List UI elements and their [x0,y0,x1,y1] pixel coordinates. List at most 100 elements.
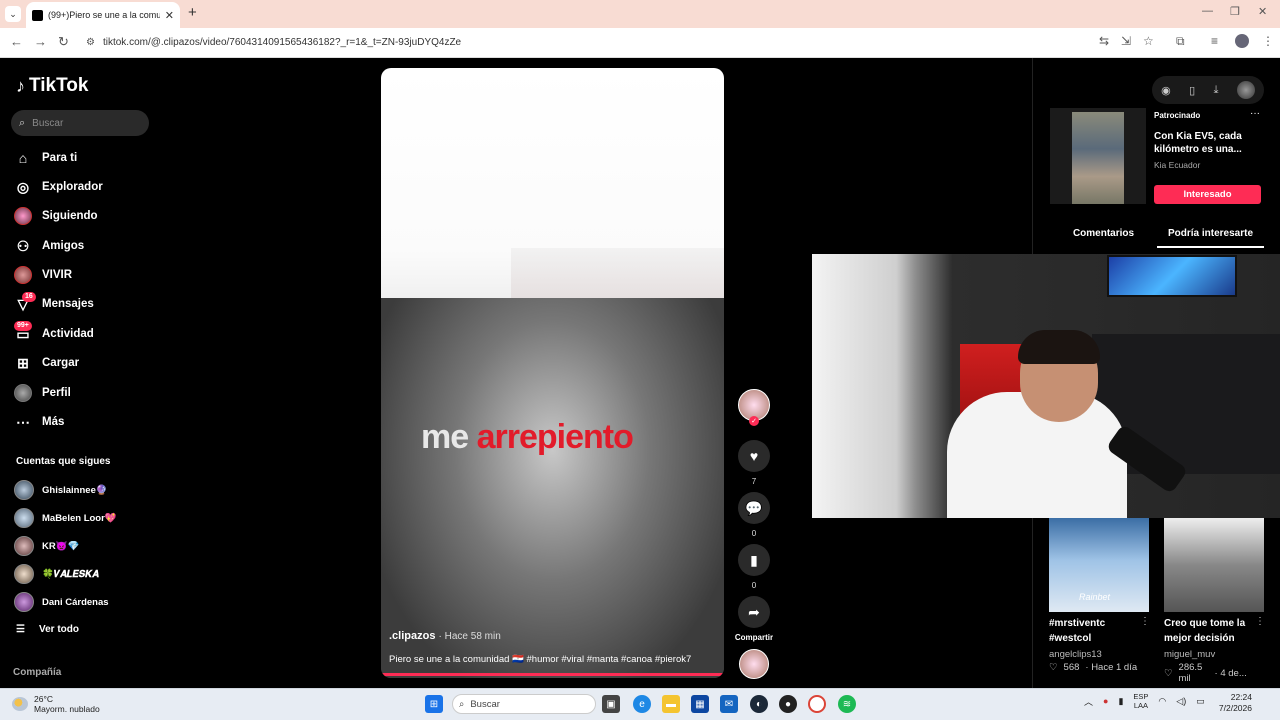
close-window-icon[interactable]: ✕ [1258,5,1267,18]
new-tab-button[interactable]: + [188,4,197,21]
download-icon[interactable]: ⤓ [1214,84,1219,97]
app-icon[interactable]: ● [779,695,797,713]
post-time: · Hace 58 min [438,631,501,642]
minimize-icon[interactable]: — [1202,5,1213,17]
mic-icon[interactable]: ▮ [1118,696,1123,707]
tab-close-icon[interactable]: ✕ [165,9,174,22]
nav-label: Perfil [42,387,71,399]
account-item[interactable]: MaBelen Loor💖 [14,507,117,529]
follow-check-icon[interactable]: ✓ [749,416,759,426]
file-explorer-icon[interactable]: ▬ [662,695,680,713]
taskbar-search[interactable]: ⌕ Buscar [452,694,596,714]
ad-interested-button[interactable]: Interesado [1154,185,1261,204]
extensions-icon[interactable]: ⧉ [1176,34,1185,49]
account-item[interactable]: 🍀𝑽𝑨𝑳𝑬𝑺𝑲𝑨 [14,563,99,585]
windows-start-icon[interactable]: ⊞ [425,695,443,713]
video-author[interactable]: .clipazos · Hace 58 min [389,630,501,642]
tab-search-chevron-icon[interactable]: ⌄ [5,6,21,22]
battery-icon[interactable]: ▭ [1196,696,1205,707]
nav-mensajes[interactable]: ▽ 16 Mensajes [14,292,94,315]
recommended-time: · 4 de... [1214,667,1247,679]
save-button[interactable]: ▮ [738,544,770,576]
account-item[interactable]: KR👿💎 [14,535,79,557]
back-icon[interactable]: ← [10,34,23,49]
nav-para-ti[interactable]: ⌂ Para ti [14,147,77,169]
browser-tab[interactable]: (99+)Piero se une a la comunid ✕ [26,2,180,28]
ad-title[interactable]: Con Kia EV5, cada kilómetro es una... [1154,130,1254,156]
sound-disc-avatar[interactable] [739,649,769,679]
tray-app-icon[interactable]: ● [1103,696,1108,706]
heart-outline-icon: ♡ [1049,662,1058,673]
volume-icon[interactable]: ◁) [1176,696,1186,707]
recommended-more-icon[interactable]: ⋮ [1140,616,1150,627]
recommended-author[interactable]: angelclips13 [1049,649,1102,660]
tiktok-logo[interactable]: ♪ TikTok [16,75,88,97]
account-item[interactable]: Dani Cárdenas [14,591,109,613]
nav-siguiendo[interactable]: Siguiendo [14,205,98,227]
store-icon[interactable]: ▦ [691,695,709,713]
account-item[interactable]: Ghislainnee🔮 [14,479,108,501]
site-info-icon[interactable]: ⚙ [86,37,95,48]
coin-icon[interactable]: ◉ [1161,84,1171,97]
ad-brand[interactable]: Kia Ecuador [1154,160,1200,170]
company-link[interactable]: Compañía [13,667,61,678]
nav-cargar[interactable]: ⊞ Cargar [14,352,79,374]
recommended-thumbnail[interactable]: Rainbet [1049,518,1149,612]
nav-actividad[interactable]: ▭ 99+ Actividad [14,321,94,345]
recommended-thumbnail[interactable] [1164,518,1264,612]
translate-icon[interactable]: ⇆ [1099,34,1109,48]
like-button[interactable]: ♥ [738,440,770,472]
restore-icon[interactable]: ❐ [1230,5,1240,18]
search-input[interactable]: ⌕ Buscar [11,110,149,136]
task-view-icon[interactable]: ▣ [602,695,620,713]
account-name: 🍀𝑽𝑨𝑳𝑬𝑺𝑲𝑨 [42,568,99,580]
recommended-meta: ♡ 568 · Hace 1 día [1049,662,1137,673]
recommended-time: · Hace 1 día [1085,662,1138,673]
share-button[interactable]: ➦ [738,596,770,628]
wifi-icon[interactable]: ◠ [1158,696,1166,707]
phone-icon[interactable]: ▯ [1189,84,1195,97]
account-name: KR👿💎 [42,540,80,552]
profile-avatar[interactable] [1235,34,1249,48]
recommended-title[interactable]: Creo que tome la mejor decisión [1164,616,1252,646]
tray-chevron-icon[interactable]: ︿ [1084,695,1093,708]
weather-widget[interactable]: 26°C Mayorm. nublado [12,694,100,714]
see-all-button[interactable]: ☰ Ver todo [16,624,79,635]
edge-icon[interactable]: e [633,695,651,713]
reload-icon[interactable]: ↻ [58,34,69,50]
taskbar-clock[interactable]: 22:24 7/2/2026 [1210,692,1252,714]
nav-amigos[interactable]: ⚇ Amigos [14,235,84,257]
recommended-more-icon[interactable]: ⋮ [1255,616,1265,627]
reading-list-icon[interactable]: ≡ [1211,34,1218,48]
chrome-icon[interactable] [808,695,826,713]
steam-icon[interactable]: ◐ [750,695,768,713]
recommended-title[interactable]: #mrstiventc #westcol [1049,616,1137,646]
address-bar[interactable]: ⚙ tiktok.com/@.clipazos/video/7604314091… [80,32,1170,52]
tab-podria-interesarte[interactable]: Podría interesarte [1157,222,1264,248]
comment-button[interactable]: 💬 [738,492,770,524]
bookmark-star-icon[interactable]: ☆ [1143,34,1154,48]
video-caption[interactable]: Piero se une a la comunidad 🇵🇾 #humor #v… [389,654,691,665]
video-player[interactable]: me arrepiento .clipazos · Hace 58 min Pi… [381,68,724,678]
language-indicator[interactable]: ESP LAA [1133,692,1148,710]
nav-perfil[interactable]: Perfil [14,382,71,404]
tab-comentarios[interactable]: Comentarios [1050,222,1157,248]
heart-icon: ♥ [749,448,759,464]
user-avatar[interactable] [1236,81,1255,99]
weather-desc: Mayorm. nublado [34,704,100,714]
author-name[interactable]: .clipazos [389,630,435,642]
nav-explorador[interactable]: ◎ Explorador [14,176,103,198]
browser-menu-icon[interactable]: ⋮ [1262,34,1274,48]
ad-more-icon[interactable]: ··· [1250,108,1260,119]
see-all-label: Ver todo [38,624,79,635]
nav-vivir[interactable]: VIVIR [14,264,72,286]
account-name: Dani Cárdenas [42,596,109,608]
video-progress-bar[interactable] [381,673,724,676]
spotify-icon[interactable]: ≋ [838,695,856,713]
install-app-icon[interactable]: ⇲ [1121,34,1131,48]
outlook-icon[interactable]: ✉ [720,695,738,713]
forward-icon[interactable]: → [34,34,47,49]
nav-mas[interactable]: ⋯ Más [14,411,64,433]
url-text[interactable]: tiktok.com/@.clipazos/video/760431409156… [103,37,461,48]
recommended-author[interactable]: miguel_muv [1164,649,1215,660]
